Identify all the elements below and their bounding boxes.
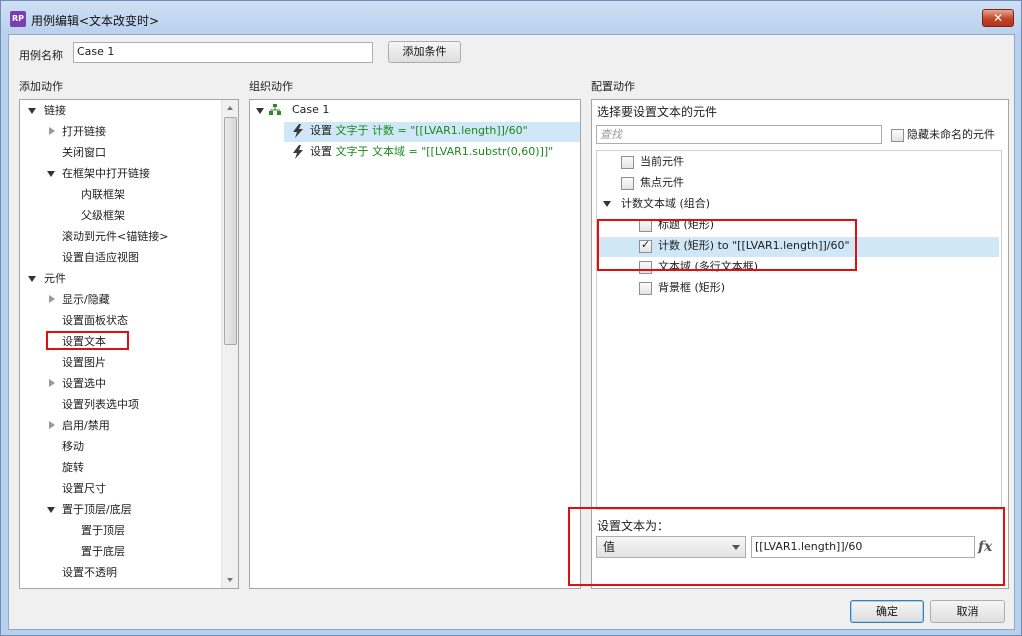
tree-item-set-adaptive-view[interactable]: 设置自适应视图 [62, 249, 139, 267]
tree-item-enable-disable[interactable]: 启用/禁用 [62, 417, 110, 435]
add-actions-header: 添加动作 [19, 80, 63, 93]
set-text-label: 设置文本为： [597, 519, 670, 533]
add-condition-button[interactable]: 添加条件 [388, 41, 461, 63]
checkbox-title-rect[interactable] [639, 219, 652, 232]
close-button[interactable]: ✕ [982, 9, 1014, 27]
configure-actions-panel: 选择要设置文本的元件 查找 隐藏未命名的元件 当前元件 焦点元件 计数文本域 (… [591, 99, 1009, 589]
tree-item-set-size[interactable]: 设置尺寸 [62, 480, 106, 498]
lightning-icon [293, 145, 303, 159]
add-actions-scrollbar[interactable] [221, 100, 238, 588]
fx-button[interactable]: fx [978, 538, 992, 556]
widget-title-rect[interactable]: 标题 (矩形) [658, 216, 714, 234]
hide-unnamed-checkbox[interactable] [891, 129, 904, 142]
tree-item-close-window[interactable]: 关闭窗口 [62, 144, 106, 162]
tree-item-bring-to-front[interactable]: 置于顶层 [81, 522, 125, 540]
ok-button[interactable]: 确定 [850, 600, 924, 623]
tree-item-open-link[interactable]: 打开链接 [62, 123, 106, 141]
case-name-label: 用例名称 [19, 49, 63, 62]
tree-item-move[interactable]: 移动 [62, 438, 84, 456]
expand-icon[interactable] [49, 295, 55, 303]
widget-group-counter-textarea[interactable]: 计数文本域 (组合) [621, 195, 710, 213]
tree-item-set-image[interactable]: 设置图片 [62, 354, 106, 372]
configure-actions-header: 配置动作 [591, 80, 635, 93]
value-type-selected: 值 [603, 540, 616, 554]
window-title: 用例编辑<文本改变时> [31, 14, 160, 28]
widget-background-rect[interactable]: 背景框 (矩形) [658, 279, 725, 297]
case-name-input[interactable]: Case 1 [73, 42, 373, 63]
tree-group-links[interactable]: 链接 [44, 102, 66, 120]
case-tree-icon [269, 104, 281, 115]
tree-item-parent-frame[interactable]: 父级框架 [81, 207, 125, 225]
tree-item-inline-frame[interactable]: 内联框架 [81, 186, 125, 204]
checkbox-current-widget[interactable] [621, 156, 634, 169]
widget-textarea[interactable]: 文本域 (多行文本框) [658, 258, 758, 276]
action-prefix: 设置 [310, 145, 332, 158]
expand-icon[interactable] [49, 421, 55, 429]
widget-list: 当前元件 焦点元件 计数文本域 (组合) 标题 (矩形) 计数 (矩形) to … [596, 150, 1002, 510]
widget-search-input[interactable]: 查找 [596, 125, 882, 144]
checkbox-textarea[interactable] [639, 261, 652, 274]
scroll-down-icon[interactable] [227, 578, 233, 582]
collapse-icon[interactable] [47, 507, 55, 513]
add-actions-panel: 链接 打开链接 关闭窗口 在框架中打开链接 内联框架 父级框架 滚动到元件<锚链… [19, 99, 239, 589]
checkbox-background-rect[interactable] [639, 282, 652, 295]
axure-app-icon: RP [10, 11, 26, 27]
tree-item-scroll-to-widget[interactable]: 滚动到元件<锚链接> [62, 228, 168, 246]
collapse-icon[interactable] [603, 201, 611, 207]
hide-unnamed-label: 隐藏未命名的元件 [907, 128, 995, 141]
checkbox-counter-rect[interactable] [639, 238, 652, 253]
tree-item-set-panel-state[interactable]: 设置面板状态 [62, 312, 128, 330]
tree-item-set-text[interactable]: 设置文本 [62, 333, 106, 351]
organize-actions-header: 组织动作 [249, 80, 293, 93]
lightning-icon [293, 124, 303, 138]
tree-item-set-opacity[interactable]: 设置不透明 [62, 564, 117, 582]
tree-item-send-to-back[interactable]: 置于底层 [81, 543, 125, 561]
tree-item-bring-front-back[interactable]: 置于顶层/底层 [62, 501, 132, 519]
title-bar: RP 用例编辑<文本改变时> ✕ [1, 1, 1021, 35]
action-1[interactable]: 设置 文字于 计数 = "[[LVAR1.length]]/60" [310, 122, 528, 140]
scroll-up-icon[interactable] [227, 106, 233, 110]
action-2[interactable]: 设置 文字于 文本域 = "[[LVAR1.substr(0,60)]]" [310, 143, 553, 161]
action-prefix: 设置 [310, 124, 332, 137]
value-type-dropdown[interactable]: 值 [596, 536, 746, 558]
expand-icon[interactable] [49, 379, 55, 387]
expand-icon[interactable] [49, 127, 55, 135]
case-label[interactable]: Case 1 [292, 101, 329, 119]
action-detail: 文字于 文本域 = "[[LVAR1.substr(0,60)]]" [335, 145, 554, 158]
value-input[interactable]: [[LVAR1.length]]/60 [751, 536, 975, 558]
widget-counter-rect[interactable]: 计数 (矩形) to "[[LVAR1.length]]/60" [658, 237, 850, 255]
collapse-icon[interactable] [256, 108, 264, 114]
cancel-button[interactable]: 取消 [930, 600, 1005, 623]
organize-actions-panel: Case 1 设置 文字于 计数 = "[[LVAR1.length]]/60"… [249, 99, 581, 589]
checkbox-focused-widget[interactable] [621, 177, 634, 190]
tree-item-set-list-selection[interactable]: 设置列表选中项 [62, 396, 139, 414]
collapse-icon[interactable] [28, 108, 36, 114]
tree-item-open-in-frame[interactable]: 在框架中打开链接 [62, 165, 150, 183]
collapse-icon[interactable] [28, 276, 36, 282]
tree-item-rotate[interactable]: 旋转 [62, 459, 84, 477]
tree-group-widgets[interactable]: 元件 [44, 270, 66, 288]
tree-item-show-hide[interactable]: 显示/隐藏 [62, 291, 110, 309]
collapse-icon[interactable] [47, 171, 55, 177]
scroll-thumb[interactable] [224, 117, 237, 345]
chevron-down-icon [732, 545, 740, 550]
tree-item-set-selected[interactable]: 设置选中 [62, 375, 106, 393]
select-widget-title: 选择要设置文本的元件 [597, 105, 718, 119]
widget-current[interactable]: 当前元件 [640, 153, 684, 171]
dialog-window: RP 用例编辑<文本改变时> ✕ 用例名称 Case 1 添加条件 添加动作 组… [0, 0, 1022, 636]
action-detail: 文字于 计数 = "[[LVAR1.length]]/60" [335, 124, 528, 137]
widget-focused[interactable]: 焦点元件 [640, 174, 684, 192]
